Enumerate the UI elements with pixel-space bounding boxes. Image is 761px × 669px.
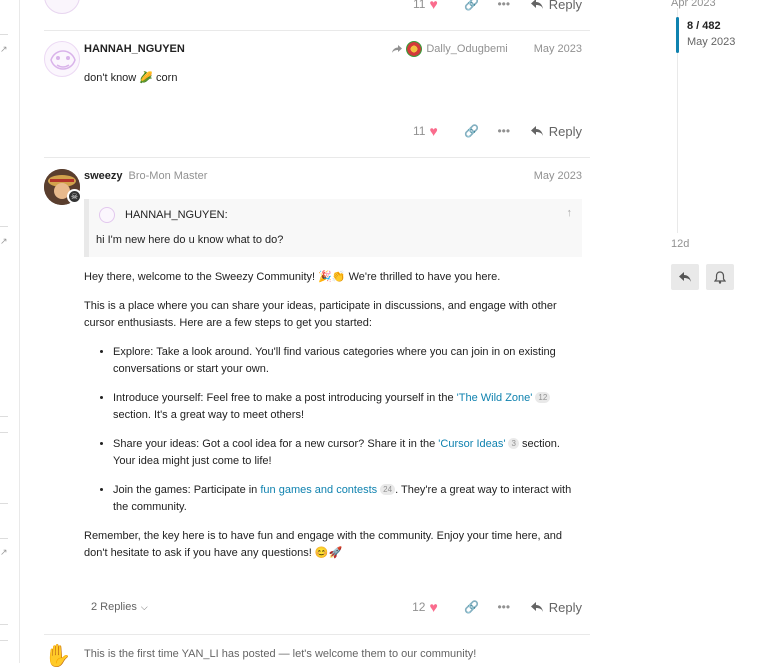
category-link-cursor-ideas[interactable]: 'Cursor Ideas' bbox=[438, 438, 505, 450]
first-post-notice: ✋ This is the first time YAN_LI has post… bbox=[44, 634, 590, 668]
jump-to-post-icon[interactable]: ↑ bbox=[567, 207, 573, 219]
reply-button[interactable]: Reply bbox=[530, 600, 582, 615]
list-item: Share your ideas: Got a cool idea for a … bbox=[113, 436, 582, 471]
sidebar-divider bbox=[0, 226, 8, 227]
chevron-down-icon: ⌵ bbox=[140, 601, 148, 612]
info-paragraph: This is a place where you can share your… bbox=[84, 299, 557, 330]
reply-icon bbox=[530, 126, 543, 136]
hand-wave-icon: ✋ bbox=[44, 643, 72, 668]
intro-paragraph: Hey there, welcome to the Sweezy Communi… bbox=[84, 271, 501, 283]
list-item: Join the games: Participate in fun games… bbox=[113, 482, 582, 517]
reply-button[interactable]: Reply bbox=[530, 0, 582, 12]
timeline-handle[interactable] bbox=[676, 17, 679, 53]
topic-timeline: Apr 2023 8 / 482 May 2023 12d bbox=[671, 0, 761, 300]
closing-paragraph: Remember, the key here is to have fun an… bbox=[84, 529, 562, 560]
heart-icon[interactable]: ♥ bbox=[429, 123, 437, 139]
post-divider bbox=[44, 30, 590, 31]
timeline-reply-button[interactable] bbox=[671, 264, 699, 290]
heart-icon[interactable]: ♥ bbox=[429, 599, 437, 615]
flair-skull-icon: ☠ bbox=[67, 189, 82, 204]
timeline-notification-button[interactable] bbox=[706, 264, 734, 290]
post-date[interactable]: May 2023 bbox=[534, 43, 582, 55]
post-body: Hey there, welcome to the Sweezy Communi… bbox=[84, 269, 582, 563]
left-sidebar-edge: ↗ ↗ ↗ bbox=[0, 0, 20, 663]
sidebar-arrow-icon[interactable]: ↗ bbox=[0, 44, 8, 55]
quote-author: HANNAH_NGUYEN: bbox=[125, 209, 228, 221]
like-count: 11 bbox=[412, 0, 426, 11]
post-header: HANNAH_NGUYEN Dally_Odugbemi May 2023 bbox=[84, 41, 582, 57]
post-actions: 2 Replies ⌵ 12 ♥ 🔗 ••• Reply bbox=[84, 597, 582, 617]
sidebar-divider bbox=[0, 624, 8, 625]
quote-text: hi I'm new here do u know what to do? bbox=[96, 234, 284, 246]
avatar bbox=[99, 207, 115, 223]
post-actions: 11 ♥ 🔗 ••• Reply bbox=[84, 0, 582, 14]
reply-label: Reply bbox=[548, 599, 582, 615]
steps-list: Explore: Take a look around. You'll find… bbox=[84, 344, 582, 517]
sidebar-divider bbox=[0, 503, 8, 504]
sidebar-divider bbox=[0, 538, 8, 539]
sidebar-arrow-icon[interactable]: ↗ bbox=[0, 547, 8, 558]
list-item: Explore: Take a look around. You'll find… bbox=[113, 344, 582, 379]
reply-label: Reply bbox=[548, 0, 582, 12]
link-icon[interactable]: 🔗 bbox=[462, 600, 482, 614]
post-actions: 11 ♥ 🔗 ••• Reply bbox=[84, 121, 582, 141]
timeline-end-date[interactable]: 12d bbox=[671, 238, 689, 250]
timeline-position-date: May 2023 bbox=[687, 36, 736, 48]
replies-toggle-button[interactable]: 2 Replies ⌵ bbox=[91, 601, 148, 613]
quote-block: HANNAH_NGUYEN: ↑ hi I'm new here do u kn… bbox=[84, 199, 582, 257]
post-sweezy: ☠ sweezy Bro-Mon Master May 2023 HANNAH_… bbox=[44, 168, 590, 628]
sidebar-divider bbox=[0, 432, 8, 433]
notice-text: This is the first time YAN_LI has posted… bbox=[84, 648, 477, 660]
category-link-wild-zone[interactable]: 'The Wild Zone' bbox=[457, 392, 533, 404]
sidebar-divider bbox=[0, 640, 8, 641]
topic-count-badge: 24 bbox=[380, 483, 396, 495]
reply-to-username: Dally_Odugbemi bbox=[426, 43, 508, 55]
sidebar-arrow-icon[interactable]: ↗ bbox=[0, 236, 8, 247]
reply-label: Reply bbox=[548, 123, 582, 139]
bell-icon bbox=[714, 270, 726, 284]
reply-icon bbox=[530, 0, 543, 9]
sidebar-divider bbox=[0, 34, 8, 35]
more-icon[interactable]: ••• bbox=[494, 0, 514, 11]
avatar[interactable] bbox=[44, 41, 80, 77]
post-date[interactable]: May 2023 bbox=[534, 170, 582, 182]
username[interactable]: sweezy bbox=[84, 170, 123, 182]
avatar[interactable] bbox=[44, 0, 80, 14]
topic-count-badge: 12 bbox=[535, 391, 551, 403]
reply-icon bbox=[530, 602, 543, 612]
username[interactable]: HANNAH_NGUYEN bbox=[84, 43, 185, 55]
heart-icon[interactable]: ♥ bbox=[429, 0, 437, 12]
category-link-games[interactable]: fun games and contests bbox=[260, 484, 377, 496]
reply-to-tab[interactable]: Dally_Odugbemi bbox=[391, 41, 508, 57]
timeline-position: 8 / 482 bbox=[687, 20, 721, 32]
user-title: Bro-Mon Master bbox=[128, 170, 208, 182]
more-icon[interactable]: ••• bbox=[494, 600, 514, 614]
post-header: sweezy Bro-Mon Master May 2023 bbox=[84, 168, 582, 184]
reply-icon bbox=[679, 272, 691, 282]
reply-button[interactable]: Reply bbox=[530, 124, 582, 139]
more-icon[interactable]: ••• bbox=[494, 124, 514, 138]
like-count: 12 bbox=[412, 600, 426, 614]
post-divider bbox=[44, 157, 590, 158]
post-hannah: HANNAH_NGUYEN Dally_Odugbemi May 2023 do… bbox=[44, 41, 590, 151]
like-count: 11 bbox=[412, 124, 426, 138]
quote-title: HANNAH_NGUYEN: bbox=[99, 207, 228, 223]
post-body: don't know 🌽 corn bbox=[84, 70, 582, 88]
link-icon[interactable]: 🔗 bbox=[462, 124, 482, 138]
sidebar-divider bbox=[0, 416, 8, 417]
topic-count-badge: 3 bbox=[508, 437, 519, 449]
link-icon[interactable]: 🔗 bbox=[462, 0, 482, 11]
post-text: don't know 🌽 corn bbox=[84, 72, 178, 84]
replies-label: 2 Replies bbox=[91, 601, 137, 613]
list-item: Introduce yourself: Feel free to make a … bbox=[113, 390, 582, 425]
reply-arrow-icon bbox=[392, 45, 403, 53]
avatar bbox=[406, 41, 423, 57]
